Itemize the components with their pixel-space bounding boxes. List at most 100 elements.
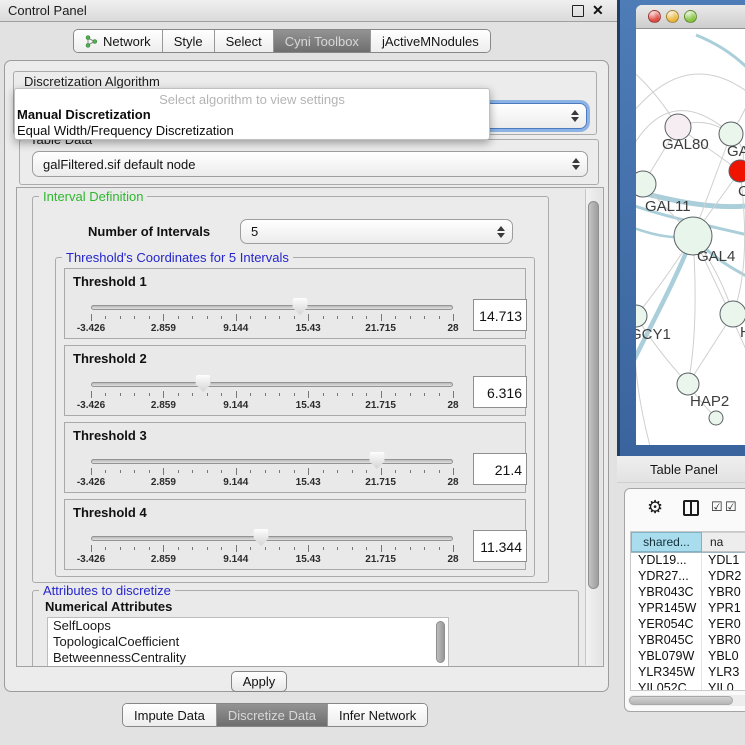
network-node-GCY1[interactable] (636, 305, 647, 327)
slider-tick (410, 316, 411, 319)
slider-scale-label: 15.43 (296, 477, 321, 488)
settings-vertical-scrollbar[interactable] (585, 189, 602, 665)
cell-shared-name[interactable]: YDL19... (631, 553, 702, 569)
table-row[interactable]: YPR145WYPR1 (631, 601, 745, 617)
table-row[interactable]: YBR043CYBR0 (631, 585, 745, 601)
cell-name[interactable]: YDL1 (702, 553, 745, 569)
slider-tick (381, 468, 382, 475)
apply-button[interactable]: Apply (231, 671, 287, 692)
slider-handle[interactable] (254, 529, 269, 546)
slider-tick (323, 316, 324, 319)
slider-handle[interactable] (292, 298, 307, 315)
tab-jactivemnodules[interactable]: jActiveMNodules (371, 30, 490, 52)
slider-scale-labels: -3.4262.8599.14415.4321.71528 (91, 323, 453, 335)
network-node-red-node[interactable] (729, 160, 745, 182)
control-panel-titlebar: Control Panel ✕ (0, 0, 617, 22)
cell-name[interactable]: YDR2 (702, 569, 745, 585)
slider-tick (395, 393, 396, 396)
table-row[interactable]: YBL079WYBL0 (631, 649, 745, 665)
tab-cyni-toolbox[interactable]: Cyni Toolbox (274, 30, 371, 52)
table-data-combobox[interactable]: galFiltered.sif default node (32, 151, 588, 177)
deselect-checkbox-icon[interactable]: ☑ (725, 499, 737, 515)
network-node-small-node[interactable] (709, 411, 723, 425)
cell-shared-name[interactable]: YPR145W (631, 601, 702, 617)
slider-track[interactable] (91, 305, 453, 310)
threshold-value[interactable]: 6.316 (473, 376, 527, 408)
table-row[interactable]: YLR345WYLR3 (631, 665, 745, 681)
attribute-item[interactable]: BetweennessCentrality (48, 650, 448, 666)
threshold-slider[interactable]: -3.4262.8599.14415.4321.71528 (91, 528, 453, 568)
network-window-frame[interactable]: GAL80GACGAL11GAL4GCY1HHAP2 (617, 0, 745, 456)
table-row[interactable]: YBR045CYBR0 (631, 633, 745, 649)
slider-tick (337, 547, 338, 550)
select-all-checkbox-icon[interactable]: ☑ (711, 499, 723, 515)
slider-tick (352, 316, 353, 319)
cell-name[interactable]: YBR0 (702, 633, 745, 649)
slider-track[interactable] (91, 459, 453, 464)
threshold-slider[interactable]: -3.4262.8599.14415.4321.71528 (91, 297, 453, 337)
column-header-name[interactable]: na (702, 532, 745, 552)
threshold-panel: Threshold 2 -3.4262.8599.14415.4321.7152… (64, 345, 526, 416)
attribute-item[interactable]: SelfLoops (48, 618, 448, 634)
table-row[interactable]: YER054CYER0 (631, 617, 745, 633)
slider-handle[interactable] (196, 375, 211, 392)
cell-name[interactable]: YBL0 (702, 649, 745, 665)
cell-name[interactable]: YIL0 (702, 681, 745, 691)
table-row[interactable]: YDR27...YDR2 (631, 569, 745, 585)
threshold-slider[interactable]: -3.4262.8599.14415.4321.71528 (91, 374, 453, 414)
tab-discretize-data[interactable]: Discretize Data (217, 704, 328, 726)
algorithm-option-equal-width[interactable]: Equal Width/Frequency Discretization (15, 123, 489, 139)
slider-track[interactable] (91, 382, 453, 387)
cell-shared-name[interactable]: YIL052C (631, 681, 702, 691)
tab-infer-network[interactable]: Infer Network (328, 704, 427, 726)
threshold-slider[interactable]: -3.4262.8599.14415.4321.71528 (91, 451, 453, 491)
cell-shared-name[interactable]: YBL079W (631, 649, 702, 665)
minimize-button[interactable] (666, 10, 679, 23)
cell-shared-name[interactable]: YDR27... (631, 569, 702, 585)
algorithm-option-manual[interactable]: Manual Discretization (15, 107, 489, 123)
network-canvas-svg: GAL80GACGAL11GAL4GCY1HHAP2 (636, 29, 745, 445)
cell-shared-name[interactable]: YLR345W (631, 665, 702, 681)
spinner-arrows-icon (497, 226, 505, 238)
threshold-value[interactable]: 21.4 (473, 453, 527, 485)
slider-tick (207, 393, 208, 396)
column-header-shared-name[interactable]: shared... (631, 532, 702, 552)
cell-name[interactable]: YER0 (702, 617, 745, 633)
close-icon[interactable]: ✕ (592, 2, 604, 19)
table-horizontal-scrollbar[interactable] (628, 695, 745, 706)
cell-name[interactable]: YPR1 (702, 601, 745, 617)
cell-shared-name[interactable]: YBR043C (631, 585, 702, 601)
table-panel-title: Table Panel (650, 462, 718, 477)
threshold-value[interactable]: 14.713 (473, 299, 527, 331)
number-of-intervals-spinner[interactable]: 5 (240, 219, 513, 244)
table-row[interactable]: YDL19...YDL1 (631, 553, 745, 569)
tab-select[interactable]: Select (215, 30, 274, 52)
network-node-label: GCY1 (636, 326, 671, 343)
slider-tick (453, 314, 454, 321)
table-row[interactable]: YIL052CYIL0 (631, 681, 745, 691)
slider-handle[interactable] (369, 452, 384, 469)
cell-name[interactable]: YLR3 (702, 665, 745, 681)
network-canvas[interactable]: GAL80GACGAL11GAL4GCY1HHAP2 (636, 29, 745, 445)
tab-impute-data[interactable]: Impute Data (123, 704, 217, 726)
tab-style[interactable]: Style (163, 30, 215, 52)
columns-icon[interactable] (683, 500, 699, 516)
numerical-attributes-list[interactable]: SelfLoopsTopologicalCoefficientBetweenne… (47, 617, 449, 667)
network-node-HAP2[interactable] (677, 373, 699, 395)
top-tab-group: Network Style Select Cyni Toolbox jActiv… (73, 29, 491, 53)
tab-network[interactable]: Network (74, 30, 163, 52)
threshold-value[interactable]: 11.344 (473, 530, 527, 562)
settings-scrollbar-thumb[interactable] (588, 201, 599, 589)
cell-shared-name[interactable]: YER054C (631, 617, 702, 633)
slider-track[interactable] (91, 536, 453, 541)
gear-icon[interactable]: ⚙ (647, 497, 663, 518)
zoom-button[interactable] (684, 10, 697, 23)
table-hscrollbar-thumb[interactable] (629, 696, 733, 705)
float-window-icon[interactable] (572, 5, 584, 17)
attribute-item[interactable]: TopologicalCoefficient (48, 634, 448, 650)
close-button[interactable] (648, 10, 661, 23)
cell-shared-name[interactable]: YBR045C (631, 633, 702, 649)
attributes-scrollbar-thumb[interactable] (436, 621, 445, 663)
cell-name[interactable]: YBR0 (702, 585, 745, 601)
tab-infer-network-label: Infer Network (339, 708, 416, 723)
